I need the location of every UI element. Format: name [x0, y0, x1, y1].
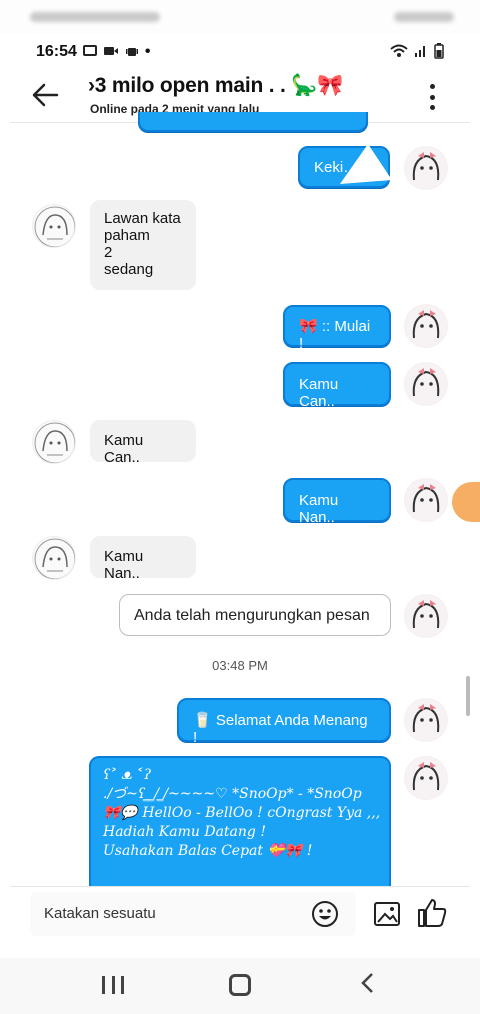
sticker-overlay — [340, 144, 392, 184]
back-arrow-icon[interactable] — [30, 80, 64, 114]
home-icon[interactable] — [229, 974, 251, 996]
message-text: 🎀 :: Mulai ! — [299, 318, 371, 352]
message-line: ./づ~ʕ ̳ ̳/ ̳/~~~~♡ *SnoOp* - *SnoOp — [103, 786, 362, 802]
avatar-me[interactable] — [404, 146, 448, 190]
message-line: paham — [104, 227, 150, 244]
system-nav-bar — [0, 958, 480, 1014]
message-line: Usahakan Balas Cepat 💝🎀 ! — [103, 843, 313, 859]
message-bubble-incoming[interactable]: Kamu Can.. — [90, 420, 196, 466]
message-text: Anda telah mengurungkan pesan — [134, 607, 370, 624]
avatar-me[interactable] — [404, 478, 448, 522]
blurred-status-right — [394, 12, 454, 22]
input-placeholder: Katakan sesuatu — [44, 905, 156, 922]
top-strip — [0, 0, 480, 34]
message-text: Kamu Nan.. — [299, 492, 339, 526]
message-bubble-outgoing[interactable]: ʕ˃ ᴥ ˂ʔ ./づ~ʕ ̳ ̳/ ̳/~~~~♡ *SnoOp* - *Sn… — [89, 756, 391, 886]
chat-title[interactable]: ›3 milo open main . . 🦕🎀 — [88, 74, 343, 98]
message-text: Kamu Can.. — [299, 376, 339, 410]
status-bar: 16:54 • — [0, 34, 480, 70]
camera-icon — [103, 44, 119, 61]
image-icon[interactable] — [373, 900, 401, 928]
message-timestamp: 03:48 PM — [212, 658, 268, 673]
status-dot: • — [144, 43, 151, 60]
clock: 16:54 — [36, 43, 77, 60]
recent-apps-icon[interactable] — [102, 976, 124, 994]
message-line: sedang — [104, 261, 154, 278]
nav-back-icon[interactable] — [360, 972, 374, 1001]
battery-icon — [434, 42, 444, 62]
emoji-icon[interactable] — [311, 900, 339, 928]
message-bubble-outgoing[interactable]: 🎀 :: Mulai ! — [283, 305, 391, 352]
floating-bubble[interactable] — [452, 482, 480, 522]
message-bubble-outgoing[interactable]: Kamu Can.. — [283, 362, 391, 410]
message-bubble-incoming[interactable]: Lawan kata paham 2 sedang — [90, 200, 196, 290]
message-bubble-incoming[interactable]: Kamu Nan.. — [90, 536, 196, 582]
message-line: Hadiah Kamu Datang ! — [103, 824, 266, 840]
message-line: ʕ˃ ᴥ ˂ʔ — [103, 767, 152, 783]
signal-icon — [414, 44, 428, 61]
avatar-other[interactable] — [32, 204, 76, 248]
message-line: 2 — [104, 244, 113, 261]
avatar-me[interactable] — [404, 594, 448, 638]
avatar-me[interactable] — [404, 756, 448, 800]
message-line: Lawan kata — [104, 210, 181, 227]
avatar-me[interactable] — [404, 304, 448, 348]
message-line: 🎀💬 HellOo - BellOo ! cOngrast Yya ,,, — [103, 805, 381, 821]
wifi-icon — [390, 44, 408, 61]
blurred-status — [30, 12, 160, 22]
message-text: Kamu Can.. — [104, 432, 144, 466]
more-options-icon[interactable] — [424, 80, 440, 114]
composer-divider — [10, 886, 470, 887]
message-bubble-outgoing[interactable]: 🥛 Selamat Anda Menang ! — [177, 698, 391, 746]
avatar-me[interactable] — [404, 362, 448, 406]
scrollbar-thumb[interactable] — [466, 676, 470, 716]
thumbs-up-icon[interactable] — [416, 897, 448, 929]
message-text: 🥛 Selamat Anda Menang ! — [193, 712, 368, 746]
message-bubble-outgoing[interactable]: Kamu Nan.. — [283, 478, 391, 526]
message-text: Kamu Nan.. — [104, 548, 144, 582]
avatar-other[interactable] — [32, 536, 76, 580]
avatar-other[interactable] — [32, 420, 76, 464]
message-bubble-partial[interactable] — [138, 112, 368, 132]
android-icon — [125, 44, 139, 61]
unsent-message-notice[interactable]: Anda telah mengurungkan pesan — [119, 594, 391, 636]
message-input[interactable]: Katakan sesuatu — [30, 892, 356, 936]
avatar-me[interactable] — [404, 698, 448, 742]
chat-icon — [82, 44, 97, 61]
